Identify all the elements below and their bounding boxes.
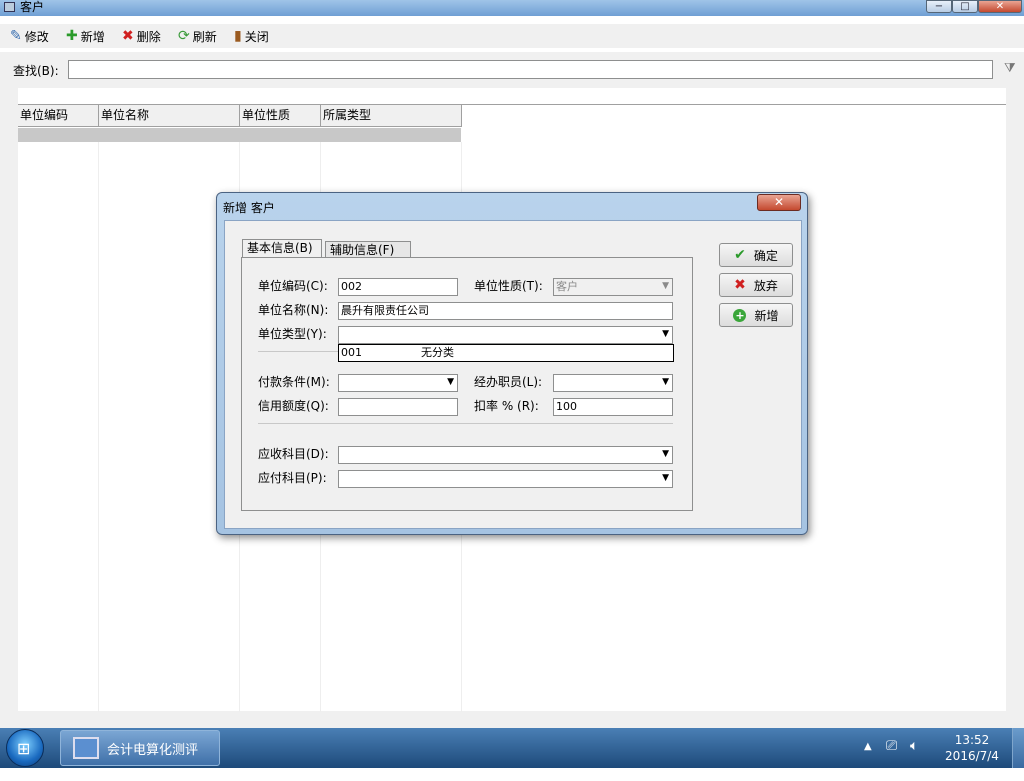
column-header-nature[interactable]: 单位性质 (240, 105, 321, 127)
edit-label: 修改 (24, 29, 49, 44)
edit-icon: ✎ (10, 28, 22, 44)
app-icon (4, 2, 15, 12)
clock-date: 2016/7/4 (945, 749, 999, 763)
checkmark-icon: ✔ (734, 247, 746, 263)
name-label: 单位名称(N): (258, 303, 329, 317)
volume-icon[interactable]: 🔈︎ (910, 738, 918, 778)
close-icon: ✖ (734, 277, 746, 293)
start-button[interactable]: ⊞ (6, 729, 44, 767)
window-titlebar: 客户 − □ ✕ (0, 0, 1024, 16)
chevron-down-icon: ▼ (662, 329, 669, 339)
chevron-down-icon: ▼ (662, 449, 669, 459)
divider (258, 423, 673, 424)
type-option-name[interactable]: 无分类 (421, 345, 454, 361)
add-customer-dialog: 新增 客户 ✕ 基本信息(B) 辅助信息(F) 单位编码(C): 002 单位性… (216, 192, 808, 535)
right-margin (1006, 88, 1024, 728)
windows-logo-icon: ⊞ (17, 739, 31, 758)
chevron-down-icon: ▼ (447, 377, 454, 387)
payment-select[interactable]: ▼ (338, 374, 458, 392)
filter-icon[interactable]: ⧩ (1004, 61, 1016, 76)
clock-time: 13:52 (954, 733, 990, 747)
handler-select[interactable]: ▼ (553, 374, 673, 392)
dialog-title: 新增 客户 (223, 201, 275, 215)
column-header-type[interactable]: 所属类型 (321, 105, 462, 127)
dialog-body: 基本信息(B) 辅助信息(F) 单位编码(C): 002 单位性质(T): 客户… (224, 220, 802, 529)
column-divider (98, 142, 99, 712)
discount-label: 扣率 % (R): (474, 399, 539, 413)
delete-button[interactable]: ✖ 删除 (122, 27, 161, 45)
type-option-code[interactable]: 001 (341, 345, 362, 361)
discount-input[interactable]: 100 (553, 398, 673, 416)
name-input[interactable]: 晨升有限责任公司 (338, 302, 673, 320)
taskbar: ⊞ 会计电算化测评 ▲ ⎚ 🔈︎ 13:52 2016/7/4 (0, 728, 1024, 768)
system-clock[interactable]: 13:52 2016/7/4 (936, 732, 1008, 764)
code-input[interactable]: 002 (338, 278, 458, 296)
tab-basic-info[interactable]: 基本信息(B) (242, 239, 322, 257)
taskbar-app-button[interactable]: 会计电算化测评 (60, 730, 220, 766)
dialog-add-label: 新增 (754, 308, 779, 323)
type-dropdown-list[interactable]: 001 无分类 (338, 344, 674, 362)
divider (258, 351, 338, 352)
credit-label: 信用额度(Q): (258, 399, 329, 413)
show-desktop-button[interactable] (1012, 728, 1024, 768)
tab-extra-info[interactable]: 辅助信息(F) (325, 241, 411, 257)
toolbar: ✎ 修改 ✚ 新增 ✖ 删除 ⟳ 刷新 ▮ 关闭 (0, 24, 1024, 48)
window-close-button[interactable]: ✕ (978, 0, 1022, 13)
search-bar: 查找(B): ⧩ (0, 52, 1024, 88)
basic-info-panel: 单位编码(C): 002 单位性质(T): 客户 ▼ 单位名称(N): 晨升有限责… (241, 257, 693, 511)
bottom-margin (0, 711, 1024, 728)
chevron-down-icon: ▼ (662, 473, 669, 483)
nature-label: 单位性质(T): (474, 279, 543, 293)
ok-label: 确定 (753, 248, 778, 263)
receivable-select[interactable]: ▼ (338, 446, 673, 464)
search-label: 查找(B): (13, 64, 59, 78)
cancel-button[interactable]: ✖ 放弃 (719, 273, 793, 297)
nature-value: 客户 (556, 280, 578, 293)
plus-icon: + (733, 308, 747, 322)
window-title: 客户 (20, 0, 45, 14)
delete-label: 删除 (136, 29, 161, 44)
type-select[interactable]: ▼ (338, 326, 673, 344)
table-row[interactable] (18, 128, 461, 142)
monitor-icon (73, 737, 99, 759)
tray-expand-icon[interactable]: ▲ (864, 741, 872, 781)
taskbar-app-label: 会计电算化测评 (107, 742, 199, 758)
nature-select[interactable]: 客户 ▼ (553, 278, 673, 296)
refresh-label: 刷新 (192, 29, 217, 44)
cancel-label: 放弃 (753, 278, 778, 293)
type-label: 单位类型(Y): (258, 327, 327, 341)
receivable-label: 应收科目(D): (258, 447, 329, 461)
payable-select[interactable]: ▼ (338, 470, 673, 488)
handler-label: 经办职员(L): (474, 375, 543, 389)
search-input[interactable] (68, 60, 993, 79)
add-button[interactable]: ✚ 新增 (66, 27, 105, 45)
close-button[interactable]: ▮ 关闭 (234, 27, 269, 45)
chevron-down-icon: ▼ (662, 377, 669, 387)
payment-label: 付款条件(M): (258, 375, 330, 389)
close-label: 关闭 (244, 29, 269, 44)
left-margin (0, 88, 18, 728)
payable-label: 应付科目(P): (258, 471, 327, 485)
refresh-icon: ⟳ (178, 28, 190, 44)
column-header-name[interactable]: 单位名称 (99, 105, 240, 127)
maximize-button[interactable]: □ (952, 0, 978, 13)
network-icon[interactable]: ⎚ (886, 738, 897, 778)
plus-icon: ✚ (66, 28, 78, 44)
chevron-down-icon: ▼ (662, 281, 669, 291)
dialog-close-button[interactable]: ✕ (757, 194, 801, 211)
door-icon: ▮ (234, 28, 242, 44)
ok-button[interactable]: ✔ 确定 (719, 243, 793, 267)
credit-input[interactable] (338, 398, 458, 416)
delete-icon: ✖ (122, 28, 134, 44)
edit-button[interactable]: ✎ 修改 (10, 27, 49, 45)
refresh-button[interactable]: ⟳ 刷新 (178, 27, 217, 45)
add-label: 新增 (80, 29, 105, 44)
minimize-button[interactable]: − (926, 0, 952, 13)
dialog-add-button[interactable]: + 新增 (719, 303, 793, 327)
column-header-code[interactable]: 单位编码 (18, 105, 99, 127)
code-label: 单位编码(C): (258, 279, 328, 293)
